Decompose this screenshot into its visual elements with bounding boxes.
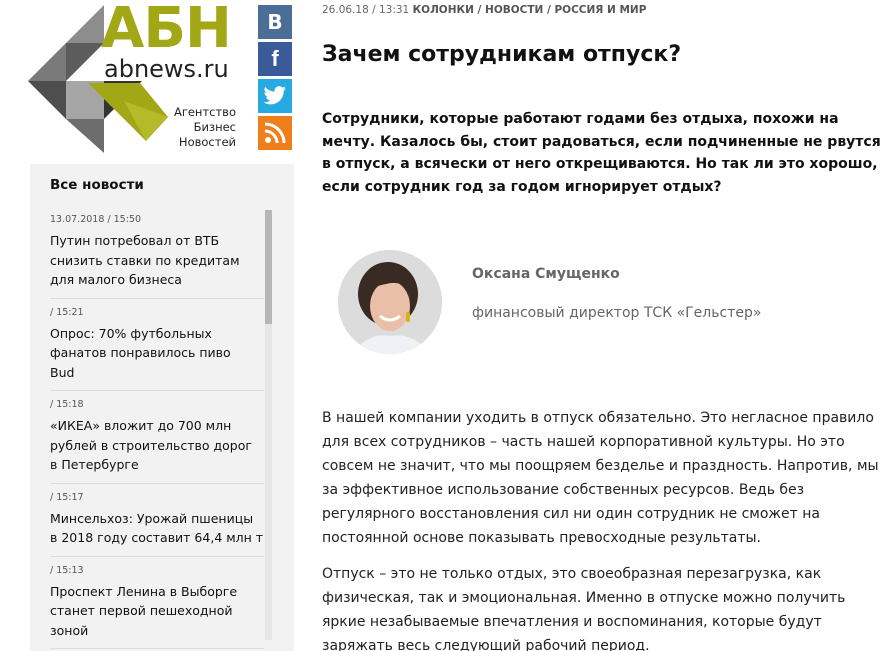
logo-tagline: Агентство Бизнес Новостей [160, 105, 236, 150]
news-time: / 15:17 [50, 491, 84, 503]
news-headline-line: для малого бизнеса [50, 272, 182, 287]
logo-tagline-line: Новостей [178, 135, 236, 149]
news-headline-line: в Петербурге [50, 457, 139, 472]
news-headline-line: Bud [50, 364, 75, 380]
news-headline-line: фанатов понравилось пиво [50, 345, 231, 360]
twitter-button[interactable] [258, 79, 292, 113]
facebook-icon: f [271, 46, 279, 71]
sidebar-scrollbar[interactable] [265, 210, 272, 640]
author-avatar [338, 250, 442, 354]
news-headline-line: рублей в строительство дорог [50, 437, 252, 453]
news-headline-line: Минсельхоз: Урожай пшеницы [50, 510, 254, 526]
news-item[interactable]: / 15:18 «ИКЕА» вложит до 700 млн рублей … [50, 391, 264, 484]
news-item[interactable]: / 15:17 Минсельхоз: Урожай пшеницы в 201… [50, 484, 264, 557]
logo-tagline-line: Агентство [173, 105, 236, 119]
sidebar-title: Все новости [50, 177, 144, 193]
news-headline-line: снизить ставки по кредитам [50, 252, 240, 268]
vk-icon: В [267, 10, 283, 34]
news-list: 13.07.2018 / 15:50 Путин потребовал от В… [50, 206, 264, 649]
author-photo-icon [338, 250, 442, 354]
sidebar-scrollbar-thumb[interactable] [265, 210, 272, 324]
social-links: В f [258, 5, 294, 153]
article-title: Зачем сотрудникам отпуск? [322, 42, 682, 67]
author-name[interactable]: Оксана Смущенко [472, 266, 620, 282]
article-categories[interactable]: КОЛОНКИ / НОВОСТИ / РОССИЯ И МИР [413, 4, 647, 16]
news-headline-line: зоной [50, 622, 89, 638]
logo-tagline-line: Бизнес [193, 120, 236, 134]
rss-icon [264, 122, 286, 144]
site-logo[interactable]: АБН abnews.ru Агентство Бизнес Новостей [28, 0, 260, 153]
news-headline-line: «ИКЕА» вложит до 700 млн [50, 418, 232, 433]
article-lead: Сотрудники, которые работают годами без … [322, 111, 881, 195]
news-sidebar: Все новости 13.07.2018 / 15:50 Путин пот… [30, 164, 294, 651]
news-time: / 15:21 [50, 306, 84, 318]
logo-domain: abnews.ru [104, 55, 229, 83]
news-headline-line: в 2018 году составит 64,4 млн т [50, 530, 264, 545]
rss-button[interactable] [258, 116, 292, 150]
news-item[interactable]: 13.07.2018 / 15:50 Путин потребовал от В… [50, 206, 264, 299]
vk-button[interactable]: В [258, 5, 292, 39]
logo-title: АБН [101, 0, 232, 61]
news-item[interactable]: / 15:21 Опрос: 70% футбольных фанатов по… [50, 299, 264, 391]
article-paragraph: В нашей компании уходить в отпуск обязат… [322, 410, 879, 546]
article-paragraph: Отпуск – это не только отдых, это своеоб… [322, 566, 846, 651]
facebook-button[interactable]: f [258, 42, 292, 76]
article-date: 26.06.18 / 13:31 [322, 4, 410, 16]
news-headline-line: станет первой пешеходной [50, 603, 233, 618]
news-item[interactable]: / 15:13 Проспект Ленина в Выборге станет… [50, 557, 264, 649]
news-headline-line: Путин потребовал от ВТБ [50, 233, 220, 248]
news-time: / 15:18 [50, 399, 84, 410]
news-headline-line: Опрос: 70% футбольных [50, 325, 212, 341]
news-time: 13.07.2018 / 15:50 [50, 214, 142, 225]
news-time: / 15:13 [50, 564, 84, 576]
author-role: финансовый директор ТСК «Гельстер» [472, 305, 762, 321]
twitter-icon [263, 86, 286, 105]
article-meta: 26.06.18 / 13:31 КОЛОНКИ / НОВОСТИ / РОС… [322, 4, 646, 16]
news-headline-line: Проспект Ленина в Выборге [50, 583, 238, 599]
